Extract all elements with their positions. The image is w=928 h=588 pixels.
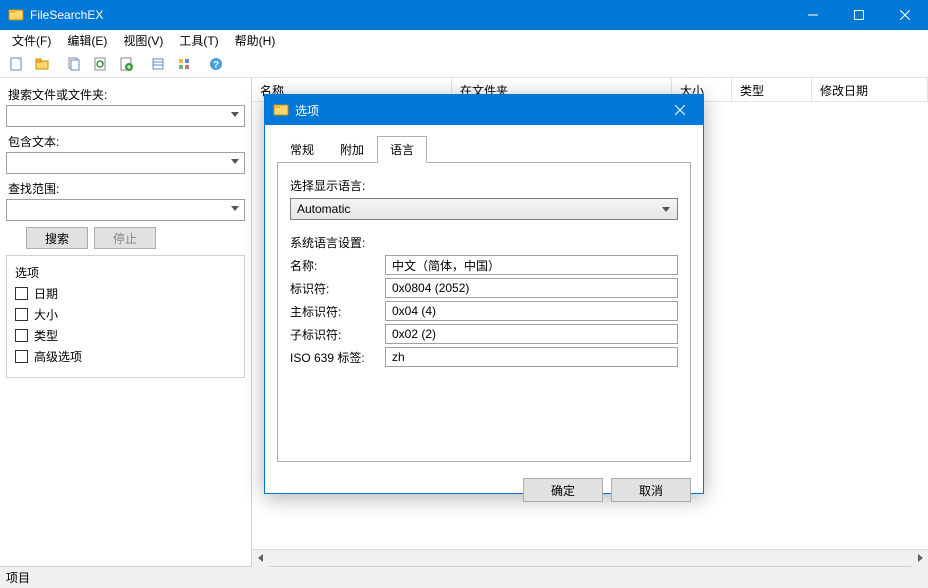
chevron-down-icon: [230, 156, 240, 166]
checkbox-icon[interactable]: [15, 287, 28, 300]
dialog-title: 选项: [295, 102, 657, 119]
option-date-label: 日期: [34, 285, 58, 302]
stop-button[interactable]: 停止: [94, 227, 156, 249]
row-id: 标识符: 0x0804 (2052): [290, 278, 678, 298]
row-sub-value: 0x02 (2): [385, 324, 678, 344]
tab-additional[interactable]: 附加: [327, 136, 377, 163]
horizontal-scrollbar[interactable]: [252, 549, 928, 566]
contains-input[interactable]: [6, 152, 245, 174]
language-select[interactable]: Automatic: [290, 198, 678, 220]
options-title: 选项: [15, 264, 238, 281]
copy-icon[interactable]: [62, 52, 86, 76]
contains-label: 包含文本:: [8, 133, 245, 150]
grid-view-icon[interactable]: [172, 52, 196, 76]
scroll-left-icon[interactable]: [252, 550, 269, 567]
row-iso-value: zh: [385, 347, 678, 367]
options-dialog: 选项 常规 附加 语言 选择显示语言: Automatic 系统语言设置: 名称…: [264, 94, 704, 494]
window-buttons: [790, 0, 928, 30]
col-type[interactable]: 类型: [732, 78, 812, 101]
row-major: 主标识符: 0x04 (4): [290, 301, 678, 321]
dialog-buttons: 确定 取消: [265, 470, 703, 510]
checkbox-icon[interactable]: [15, 308, 28, 321]
scroll-right-icon[interactable]: [911, 550, 928, 567]
row-name-value: 中文（简体，中国）: [385, 255, 678, 275]
system-language-label: 系统语言设置:: [290, 234, 678, 251]
row-iso-key: ISO 639 标签:: [290, 349, 385, 366]
search-button[interactable]: 搜索: [26, 227, 88, 249]
option-type[interactable]: 类型: [15, 327, 236, 344]
menu-help[interactable]: 帮助(H): [227, 31, 284, 50]
toolbar: ?: [0, 50, 928, 78]
col-modified[interactable]: 修改日期: [812, 78, 928, 101]
add-icon[interactable]: [114, 52, 138, 76]
app-icon: [8, 7, 24, 23]
lookin-label: 查找范围:: [8, 180, 245, 197]
menu-file[interactable]: 文件(F): [4, 31, 59, 50]
chevron-down-icon: [230, 203, 240, 213]
chevron-down-icon: [230, 109, 240, 119]
tab-content: 选择显示语言: Automatic 系统语言设置: 名称: 中文（简体，中国） …: [277, 162, 691, 462]
search-input[interactable]: [6, 105, 245, 127]
dialog-icon: [273, 102, 289, 118]
statusbar: 项目: [0, 566, 928, 588]
chevron-down-icon: [661, 204, 671, 214]
option-date[interactable]: 日期: [15, 285, 236, 302]
tab-language[interactable]: 语言: [377, 136, 427, 163]
svg-text:?: ?: [213, 60, 219, 71]
language-select-value: Automatic: [297, 202, 350, 216]
menu-tools[interactable]: 工具(T): [171, 31, 226, 50]
row-major-key: 主标识符:: [290, 303, 385, 320]
row-id-value: 0x0804 (2052): [385, 278, 678, 298]
row-sub: 子标识符: 0x02 (2): [290, 324, 678, 344]
menu-view[interactable]: 视图(V): [115, 31, 171, 50]
open-folder-icon[interactable]: [30, 52, 54, 76]
list-view-icon[interactable]: [146, 52, 170, 76]
options-group: 选项 日期 大小 类型 高级选项: [6, 255, 245, 378]
minimize-button[interactable]: [790, 0, 836, 30]
left-panel: 搜索文件或文件夹: 包含文本: 查找范围: 搜索 停止 选项 日期 大小 类型 …: [0, 78, 252, 566]
lookin-input[interactable]: [6, 199, 245, 221]
window-title: FileSearchEX: [30, 8, 790, 22]
option-advanced-label: 高级选项: [34, 348, 82, 365]
row-major-value: 0x04 (4): [385, 301, 678, 321]
dialog-close-button[interactable]: [657, 95, 703, 125]
option-type-label: 类型: [34, 327, 58, 344]
refresh-icon[interactable]: [88, 52, 112, 76]
cancel-button[interactable]: 取消: [611, 478, 691, 502]
row-id-key: 标识符:: [290, 280, 385, 297]
tab-general[interactable]: 常规: [277, 136, 327, 163]
row-name: 名称: 中文（简体，中国）: [290, 255, 678, 275]
row-sub-key: 子标识符:: [290, 326, 385, 343]
dialog-titlebar: 选项: [265, 95, 703, 125]
menubar: 文件(F) 编辑(E) 视图(V) 工具(T) 帮助(H): [0, 30, 928, 50]
ok-button[interactable]: 确定: [523, 478, 603, 502]
status-text: 项目: [6, 569, 30, 586]
maximize-button[interactable]: [836, 0, 882, 30]
dialog-body: 常规 附加 语言 选择显示语言: Automatic 系统语言设置: 名称: 中…: [265, 125, 703, 470]
checkbox-icon[interactable]: [15, 329, 28, 342]
close-button[interactable]: [882, 0, 928, 30]
option-size[interactable]: 大小: [15, 306, 236, 323]
row-iso: ISO 639 标签: zh: [290, 347, 678, 367]
checkbox-icon[interactable]: [15, 350, 28, 363]
option-advanced[interactable]: 高级选项: [15, 348, 236, 365]
language-select-label: 选择显示语言:: [290, 177, 678, 194]
search-label: 搜索文件或文件夹:: [8, 86, 245, 103]
titlebar: FileSearchEX: [0, 0, 928, 30]
row-name-key: 名称:: [290, 257, 385, 274]
help-icon[interactable]: ?: [204, 52, 228, 76]
option-size-label: 大小: [34, 306, 58, 323]
menu-edit[interactable]: 编辑(E): [59, 31, 115, 50]
dialog-tabs: 常规 附加 语言: [277, 135, 691, 162]
new-file-icon[interactable]: [4, 52, 28, 76]
